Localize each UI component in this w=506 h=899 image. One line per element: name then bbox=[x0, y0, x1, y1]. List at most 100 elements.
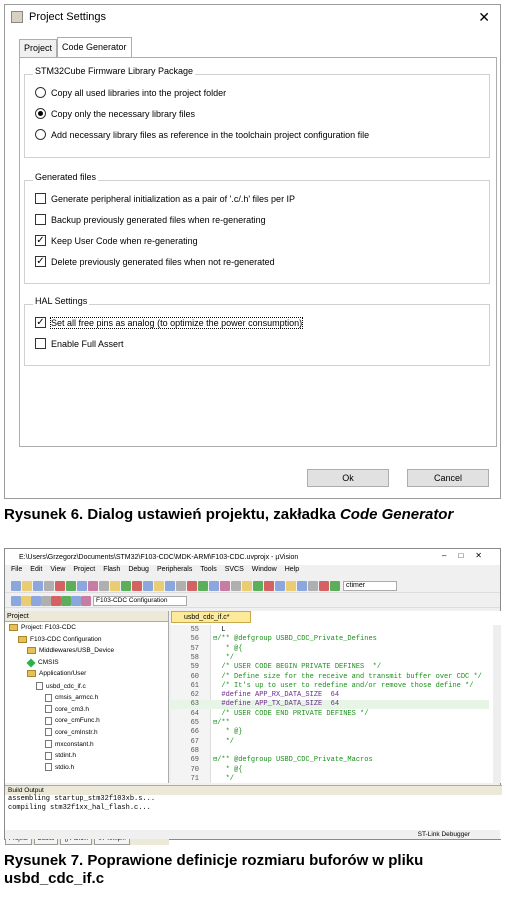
radio-button[interactable] bbox=[35, 129, 46, 140]
toolbar-button-icon[interactable] bbox=[253, 581, 263, 591]
code-line[interactable]: 60 /* Define size for the receive and tr… bbox=[171, 673, 489, 682]
toolbar-button-icon[interactable] bbox=[330, 581, 340, 591]
checkbox[interactable]: ✓ bbox=[35, 256, 46, 267]
check-generate-pair[interactable]: Generate peripheral initialization as a … bbox=[35, 193, 295, 204]
menu-item[interactable]: Edit bbox=[30, 566, 42, 578]
check-backup[interactable]: Backup previously generated files when r… bbox=[35, 214, 266, 225]
code-line[interactable]: 70 * @{ bbox=[171, 766, 489, 775]
toolbar-button-icon[interactable] bbox=[198, 581, 208, 591]
code-line[interactable]: 66 * @} bbox=[171, 728, 489, 737]
radio-button[interactable] bbox=[35, 87, 46, 98]
radio-add-reference[interactable]: Add necessary library files as reference… bbox=[35, 129, 369, 140]
toolbar-button-icon[interactable] bbox=[81, 596, 91, 606]
tab-code-generator[interactable]: Code Generator bbox=[57, 37, 132, 57]
editor-tab[interactable]: usbd_cdc_if.c* bbox=[171, 611, 251, 623]
code-line[interactable]: 57 * @{ bbox=[171, 645, 489, 654]
code-line[interactable]: 71 */ bbox=[171, 775, 489, 784]
tab-project[interactable]: Project bbox=[19, 39, 58, 57]
toolbar-button-icon[interactable] bbox=[209, 581, 219, 591]
checkbox[interactable] bbox=[35, 214, 46, 225]
toolbar-button-icon[interactable] bbox=[77, 581, 87, 591]
toolbar-button-icon[interactable] bbox=[11, 596, 21, 606]
check-full-assert[interactable]: Enable Full Assert bbox=[35, 338, 124, 349]
tree-item[interactable]: cmsis_armcc.h bbox=[45, 693, 98, 702]
radio-copy-all[interactable]: Copy all used libraries into the project… bbox=[35, 87, 226, 98]
checkbox[interactable] bbox=[35, 193, 46, 204]
tree-item[interactable]: F103-CDC Configuration bbox=[18, 635, 102, 643]
tree-item[interactable]: core_cm3.h bbox=[45, 705, 89, 714]
tree-item[interactable]: CMSIS bbox=[26, 658, 59, 668]
toolbar-button-icon[interactable] bbox=[110, 581, 120, 591]
toolbar-button-icon[interactable] bbox=[31, 596, 41, 606]
toolbar-button-icon[interactable] bbox=[286, 581, 296, 591]
tree-item[interactable]: Application/User bbox=[27, 670, 86, 678]
check-delete-previous[interactable]: ✓ Delete previously generated files when … bbox=[35, 256, 275, 267]
tree-item[interactable]: mxconstant.h bbox=[45, 740, 94, 748]
check-keep-user-code[interactable]: ✓ Keep User Code when re-generating bbox=[35, 235, 198, 246]
menu-item[interactable]: Window bbox=[252, 566, 277, 578]
menu-item[interactable]: Peripherals bbox=[157, 566, 192, 578]
toolbar-button-icon[interactable] bbox=[88, 581, 98, 591]
close-icon[interactable]: ✕ bbox=[478, 9, 490, 26]
code-line[interactable]: 55 L bbox=[171, 626, 489, 635]
cancel-button[interactable]: Cancel bbox=[407, 469, 489, 487]
ok-button[interactable]: Ok bbox=[307, 469, 389, 487]
code-line[interactable]: 58 */ bbox=[171, 654, 489, 663]
toolbar-button-icon[interactable] bbox=[99, 581, 109, 591]
menu-item[interactable]: Tools bbox=[200, 566, 216, 578]
code-line[interactable]: 59 /* USER CODE BEGIN PRIVATE DEFINES */ bbox=[171, 663, 489, 672]
code-line[interactable]: 63 #define APP_TX_DATA_SIZE 64 bbox=[171, 700, 489, 710]
toolbar-button-icon[interactable] bbox=[55, 581, 65, 591]
tree-item[interactable]: core_cmInstr.h bbox=[45, 728, 98, 737]
toolbar-button-icon[interactable] bbox=[41, 596, 51, 606]
toolbar-button-icon[interactable] bbox=[21, 596, 31, 606]
menu-item[interactable]: SVCS bbox=[225, 566, 244, 578]
radio-button[interactable] bbox=[35, 108, 46, 119]
tree-item[interactable]: Middlewares/USB_Device bbox=[27, 647, 114, 655]
toolbar-button-icon[interactable] bbox=[121, 581, 131, 591]
toolbar-button-icon[interactable] bbox=[22, 581, 32, 591]
code-line[interactable]: 69 ⊟/** @defgroup USBD_CDC_Private_Macros bbox=[171, 756, 489, 765]
window-controls[interactable]: –□✕ bbox=[442, 551, 494, 560]
code-line[interactable]: 64 /* USER CODE END PRIVATE DEFINES */ bbox=[171, 710, 489, 719]
menu-item[interactable]: Debug bbox=[128, 566, 149, 578]
checkbox[interactable]: ✓ bbox=[35, 317, 46, 328]
code-line[interactable]: 68 bbox=[171, 747, 489, 756]
toolbar-button-icon[interactable] bbox=[154, 581, 164, 591]
toolbar-button-icon[interactable] bbox=[61, 596, 71, 606]
menu-item[interactable]: Project bbox=[73, 566, 95, 578]
tree-item[interactable]: Project: F103-CDC bbox=[9, 624, 76, 631]
toolbar-button-icon[interactable] bbox=[176, 581, 186, 591]
toolbar-button-icon[interactable] bbox=[11, 581, 21, 591]
toolbar-button-icon[interactable] bbox=[132, 581, 142, 591]
toolbar-button-icon[interactable] bbox=[165, 581, 175, 591]
tree-item[interactable]: usbd_cdc_if.c bbox=[36, 682, 86, 690]
toolbar-button-icon[interactable] bbox=[66, 581, 76, 591]
toolbar-button-icon[interactable] bbox=[231, 581, 241, 591]
toolbar-button-icon[interactable] bbox=[71, 596, 81, 606]
toolbar-button-icon[interactable] bbox=[51, 596, 61, 606]
tree-item[interactable]: stdio.h bbox=[45, 763, 74, 772]
code-line[interactable]: 61 /* It's up to user to redefine and/or… bbox=[171, 682, 489, 691]
toolbar-button-icon[interactable] bbox=[44, 581, 54, 591]
code-line[interactable]: 67 */ bbox=[171, 738, 489, 747]
checkbox[interactable] bbox=[35, 338, 46, 349]
checkbox[interactable]: ✓ bbox=[35, 235, 46, 246]
code-line[interactable]: 65 ⊟/** bbox=[171, 719, 489, 728]
toolbar-button-icon[interactable] bbox=[242, 581, 252, 591]
target-select[interactable]: F103-CDC Configuration bbox=[93, 596, 187, 606]
radio-copy-necessary[interactable]: Copy only the necessary library files bbox=[35, 108, 195, 119]
toolbar-button-icon[interactable] bbox=[275, 581, 285, 591]
editor-scrollbar[interactable] bbox=[493, 625, 501, 783]
check-free-pins-analog[interactable]: ✓ Set all free pins as analog (to optimiz… bbox=[35, 316, 304, 329]
search-combo[interactable]: ctimer bbox=[343, 581, 397, 591]
menu-item[interactable]: Flash bbox=[103, 566, 120, 578]
toolbar-button-icon[interactable] bbox=[319, 581, 329, 591]
tree-item[interactable]: stdint.h bbox=[45, 751, 76, 760]
toolbar-button-icon[interactable] bbox=[220, 581, 230, 591]
toolbar-button-icon[interactable] bbox=[187, 581, 197, 591]
toolbar-button-icon[interactable] bbox=[264, 581, 274, 591]
toolbar-button-icon[interactable] bbox=[33, 581, 43, 591]
menu-item[interactable]: Help bbox=[285, 566, 299, 578]
toolbar-button-icon[interactable] bbox=[308, 581, 318, 591]
